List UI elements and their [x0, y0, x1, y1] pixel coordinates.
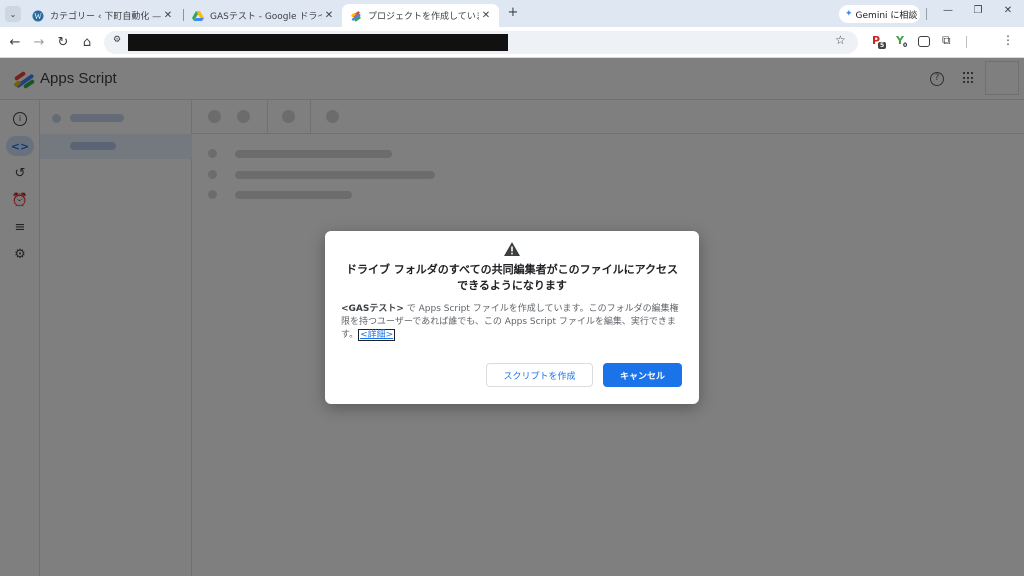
google-drive-icon [192, 10, 204, 21]
tab-title: GASテスト - Google ドライブ [210, 12, 322, 22]
tab-title: プロジェクトを作成しています... - Apps Script [368, 12, 479, 22]
gemini-icon: ✦ [845, 9, 853, 19]
extension-badge: 5 [878, 42, 887, 49]
extension-chat-icon[interactable] [918, 36, 930, 47]
create-script-button[interactable]: スクリプトを作成 [486, 363, 593, 387]
warning-icon [504, 242, 520, 256]
folder-name: <GASテスト> [341, 304, 404, 314]
tab-wordpress[interactable]: W カテゴリー ‹ 下町自動化 — WordPress ✕ [24, 4, 181, 27]
svg-text:W: W [34, 12, 42, 21]
extension-badge: 0 [903, 42, 908, 49]
restore-button[interactable]: ❐ [970, 5, 986, 16]
tab-apps-script[interactable]: プロジェクトを作成しています... - Apps Script ✕ [342, 4, 499, 27]
back-icon[interactable]: ← [6, 33, 24, 51]
toolbar-divider [966, 36, 967, 48]
close-tab-icon[interactable]: ✕ [479, 10, 493, 21]
forward-icon[interactable]: → [30, 33, 48, 51]
bookmark-star-icon[interactable]: ☆ [835, 33, 851, 47]
dialog-title: ドライブ フォルダのすべての共同編集者がこのファイルにアクセスできるようになりま… [345, 263, 679, 292]
tab-search-button[interactable]: ⌄ [5, 6, 21, 22]
apps-script-icon [351, 10, 361, 21]
url-redacted [128, 34, 508, 51]
new-tab-button[interactable]: + [506, 5, 520, 20]
browser-tabstrip: ⌄ W カテゴリー ‹ 下町自動化 — WordPress ✕ GASテスト -… [0, 0, 1024, 27]
close-window-button[interactable]: ✕ [1000, 5, 1016, 16]
reload-icon[interactable]: ↻ [54, 33, 72, 51]
site-settings-icon[interactable]: ⚙ [110, 35, 124, 49]
wordpress-icon: W [32, 10, 44, 21]
share-warning-dialog: ドライブ フォルダのすべての共同編集者がこのファイルにアクセスできるようになりま… [325, 231, 699, 404]
tab-title: カテゴリー ‹ 下町自動化 — WordPress [50, 12, 161, 22]
extension-y-icon[interactable]: Y 0 [896, 34, 910, 50]
dialog-body: <GASテスト> で Apps Script ファイルを作成しています。このフォ… [341, 303, 685, 342]
gemini-button[interactable]: ✦ Gemini に相談 [839, 5, 920, 23]
address-bar[interactable]: ⚙ ☆ [104, 31, 858, 54]
close-tab-icon[interactable]: ✕ [161, 10, 175, 21]
browser-menu-icon[interactable]: ⋮ [1002, 33, 1014, 47]
cancel-button[interactable]: キャンセル [603, 363, 682, 387]
browser-toolbar: ← → ↻ ⌂ ⚙ ☆ P 5 Y 0 ⧉ ⋮ [0, 27, 1024, 58]
home-icon[interactable]: ⌂ [78, 33, 96, 51]
tab-google-drive[interactable]: GASテスト - Google ドライブ ✕ [184, 4, 342, 27]
tabstrip-divider [926, 8, 927, 20]
gemini-label: Gemini に相談 [855, 10, 918, 21]
extension-p-icon[interactable]: P 5 [872, 34, 887, 50]
extensions-puzzle-icon[interactable]: ⧉ [942, 33, 958, 48]
details-link[interactable]: <詳細> [358, 329, 396, 341]
close-tab-icon[interactable]: ✕ [322, 10, 336, 21]
minimize-button[interactable]: — [940, 5, 956, 16]
